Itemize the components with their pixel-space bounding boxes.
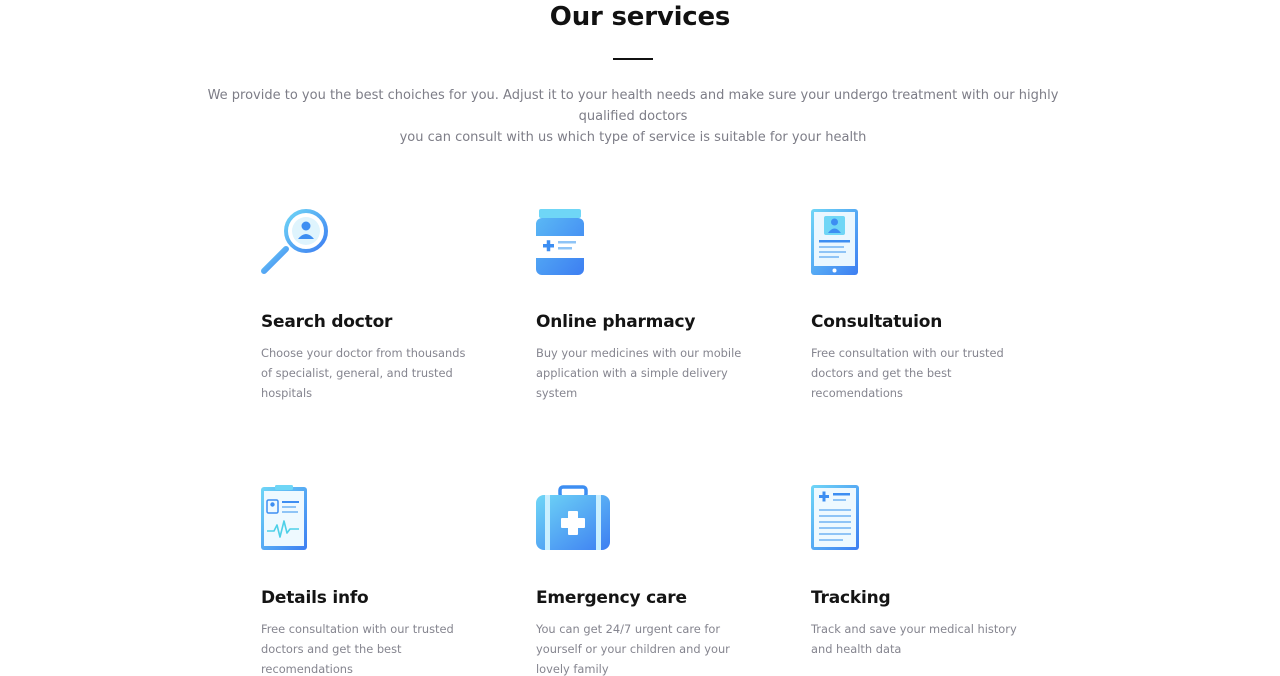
service-title: Search doctor bbox=[261, 312, 393, 332]
description-line: yourself or your children and your bbox=[536, 642, 730, 656]
description-line: recomendations bbox=[811, 386, 903, 400]
description-line: Track and save your medical history bbox=[811, 622, 1017, 636]
description-line: doctors and get the best bbox=[261, 642, 402, 656]
description-line: and health data bbox=[811, 642, 902, 656]
search-doctor-icon bbox=[261, 209, 331, 279]
service-description: Track and save your medical history and … bbox=[811, 619, 1017, 659]
service-description: Free consultation with our trusted docto… bbox=[261, 619, 461, 676]
service-description: Buy your medicines with our mobile appli… bbox=[536, 343, 742, 403]
description-line: doctors and get the best bbox=[811, 366, 952, 380]
service-description: Free consultation with our trusted docto… bbox=[811, 343, 1011, 403]
service-title: Consultatuion bbox=[811, 312, 943, 332]
description-line: recomendations bbox=[261, 662, 353, 676]
first-aid-kit-icon bbox=[536, 485, 610, 555]
description-line: You can get 24/7 urgent care for bbox=[536, 622, 721, 636]
description-line: system bbox=[536, 386, 578, 400]
tablet-profile-icon bbox=[811, 209, 881, 279]
service-title: Online pharmacy bbox=[536, 312, 696, 332]
medical-record-icon bbox=[811, 485, 881, 555]
description-line: Choose your doctor from thousands bbox=[261, 346, 466, 360]
description-line: hospitals bbox=[261, 386, 313, 400]
service-description: Choose your doctor from thousands of spe… bbox=[261, 343, 466, 403]
services-section: Our services We provide to you the best … bbox=[0, 0, 1280, 676]
description-line: Buy your medicines with our mobile bbox=[536, 346, 742, 360]
medicine-bottle-icon bbox=[536, 209, 606, 279]
title-divider bbox=[613, 58, 653, 60]
service-title: Emergency care bbox=[536, 588, 687, 608]
intro-line: you can consult with us which type of se… bbox=[399, 130, 867, 145]
intro-line: We provide to you the best choiches for … bbox=[207, 88, 1059, 124]
description-line: of specialist, general, and trusted bbox=[261, 366, 453, 380]
service-description: You can get 24/7 urgent care for yoursel… bbox=[536, 619, 736, 676]
service-title: Tracking bbox=[811, 588, 891, 608]
description-line: Free consultation with our trusted bbox=[811, 346, 1004, 360]
description-line: Free consultation with our trusted bbox=[261, 622, 454, 636]
clipboard-heartbeat-icon bbox=[261, 485, 331, 555]
section-title: Our services bbox=[549, 2, 731, 32]
description-line: application with a simple delivery bbox=[536, 366, 728, 380]
section-intro: We provide to you the best choiches for … bbox=[190, 85, 1076, 148]
description-line: lovely family bbox=[536, 662, 609, 676]
service-title: Details info bbox=[261, 588, 369, 608]
